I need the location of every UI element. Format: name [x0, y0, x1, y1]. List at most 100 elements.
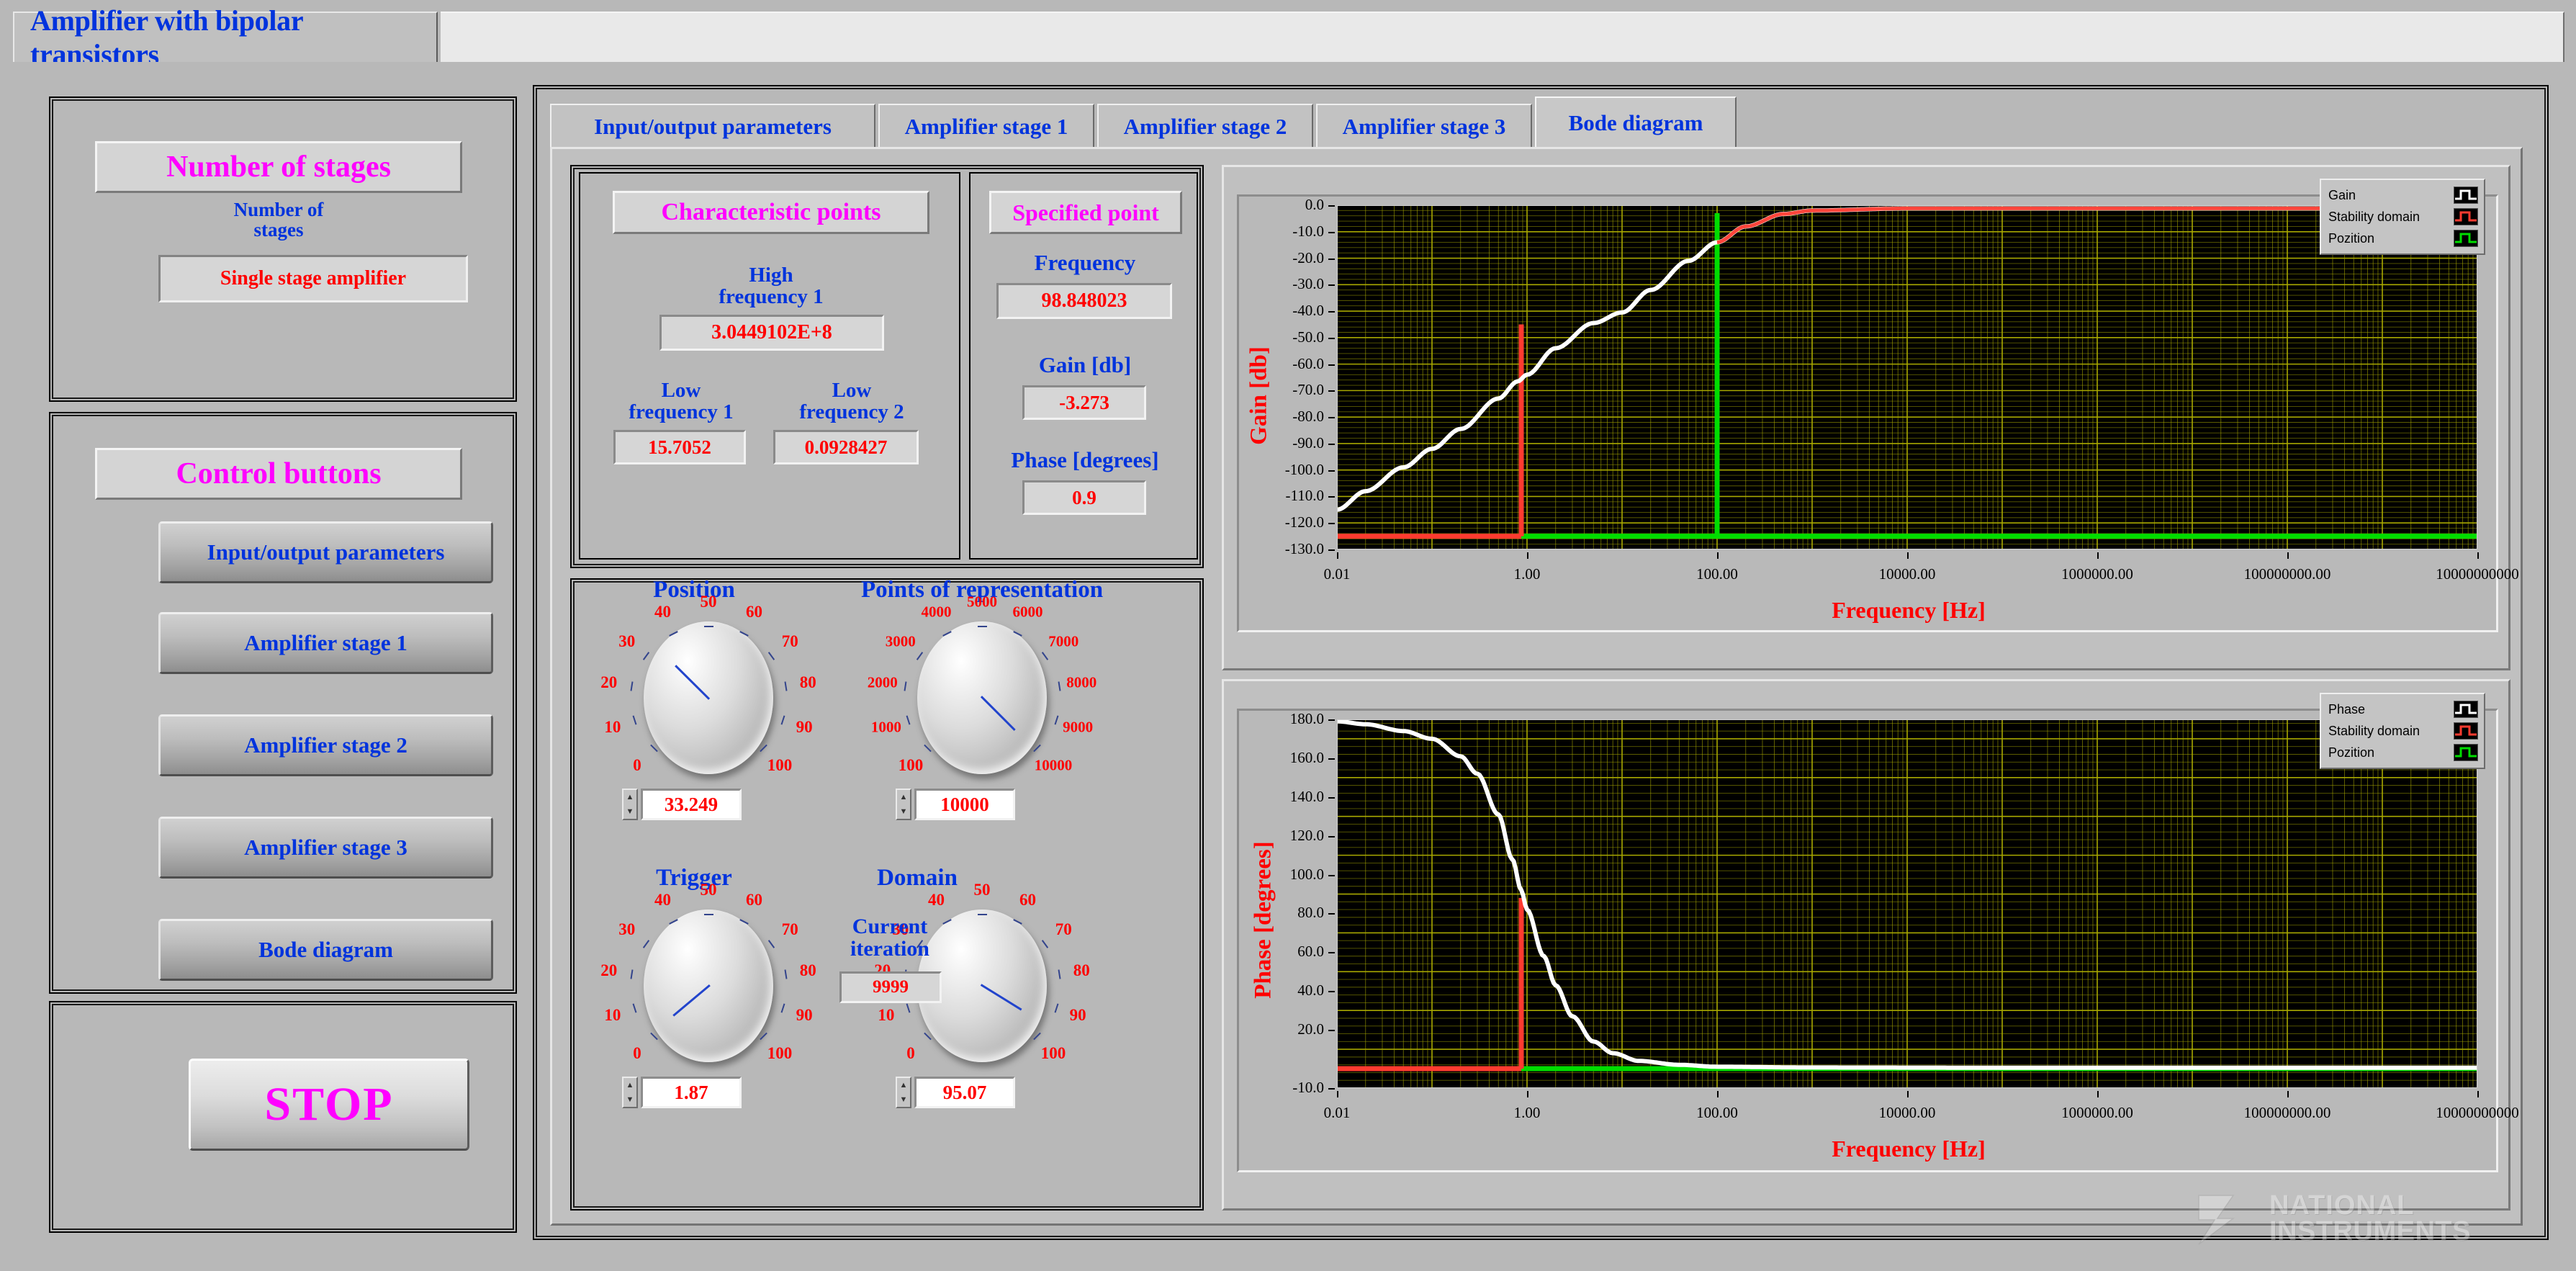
- specified-frequency-label: Frequency: [983, 251, 1186, 274]
- gain-legend[interactable]: GainStability domainPozition: [2320, 179, 2485, 255]
- legend-label: Stability domain: [2328, 724, 2420, 739]
- tab-amplifier-stage-3[interactable]: Amplifier stage 3: [1316, 104, 1532, 148]
- spinner-down-icon[interactable]: ▼: [900, 808, 908, 816]
- tab-input-output-parameters[interactable]: Input/output parameters: [550, 104, 875, 148]
- spinner-down-icon[interactable]: ▼: [900, 1096, 908, 1104]
- gain-plot-canvas[interactable]: [1337, 205, 2477, 549]
- knob-trigger[interactable]: 0102030405060708090100: [600, 889, 816, 1105]
- x-tick-label: 100.00: [1623, 565, 1811, 583]
- knob-tick-label: 7000: [1048, 632, 1078, 650]
- y-tick-mark: [1328, 390, 1335, 392]
- knob-tick: [1042, 940, 1048, 948]
- knob-spinner-position[interactable]: ▲▼: [622, 789, 638, 820]
- knob-tick-label: 4000: [921, 603, 951, 621]
- knob-tick-label: 1000: [871, 719, 901, 737]
- knob-tick: [768, 652, 775, 660]
- y-tick-label: 100.0: [1249, 866, 1324, 884]
- knob-value-domain[interactable]: 95.07: [914, 1077, 1015, 1108]
- phase-plot-canvas[interactable]: [1337, 719, 2477, 1088]
- x-tick-mark: [1717, 552, 1719, 559]
- knob-tick: [1058, 682, 1060, 691]
- legend-row[interactable]: Pozition: [2321, 228, 2484, 249]
- x-tick-label: 10000000000: [2384, 565, 2571, 583]
- sidebar-button-input-output-parameters[interactable]: Input/output parameters: [158, 521, 493, 583]
- stop-button[interactable]: STOP: [189, 1059, 469, 1151]
- legend-row[interactable]: Stability domain: [2321, 720, 2484, 742]
- specified-phase-label: Phase [degrees]: [975, 449, 1195, 472]
- knob-tick-label: 70: [782, 920, 798, 939]
- sidebar: Number of stages Number ofstages Single …: [49, 96, 517, 1233]
- y-tick-label: 160.0: [1249, 749, 1324, 767]
- y-tick-mark: [1328, 549, 1335, 551]
- y-tick-mark: [1328, 417, 1335, 418]
- x-tick-label: 1000000.00: [2004, 1104, 2191, 1122]
- x-tick-label: 0.01: [1243, 1104, 1431, 1122]
- control-buttons-group: Control buttons Input/output parameters …: [49, 412, 517, 994]
- legend-row[interactable]: Gain: [2321, 184, 2484, 206]
- knob-value-trigger[interactable]: 1.87: [641, 1077, 742, 1108]
- number-of-stages-value[interactable]: Single stage amplifier: [158, 255, 468, 302]
- x-tick-mark: [1907, 552, 1909, 559]
- tab-amplifier-stage-2[interactable]: Amplifier stage 2: [1097, 104, 1313, 148]
- spinner-up-icon[interactable]: ▲: [626, 794, 634, 801]
- knob-tick-label: 0: [633, 756, 641, 775]
- gain-x-axis-label: Frequency [Hz]: [1642, 597, 2175, 624]
- phase-plot-inner: Phase [degrees] 180.0160.0140.0120.0100.…: [1237, 709, 2498, 1172]
- sidebar-button-amplifier-stage-2[interactable]: Amplifier stage 2: [158, 714, 493, 776]
- ni-line-2: INSTRUMENTS: [2269, 1218, 2471, 1244]
- main-panel: Input/output parameters Amplifier stage …: [533, 85, 2549, 1240]
- y-tick-mark: [1328, 232, 1335, 233]
- knob-spinner-points-of-representation[interactable]: ▲▼: [896, 789, 911, 820]
- ni-mark-icon: [2196, 1188, 2259, 1249]
- legend-row[interactable]: Pozition: [2321, 742, 2484, 763]
- knob-tick-label: 90: [796, 718, 813, 737]
- y-tick-mark: [1328, 259, 1335, 260]
- x-tick-label: 10000.00: [1814, 1104, 2001, 1122]
- gain-plot-inner: Gain [db] 0.0-10.0-20.0-30.0-40.0-50.0-6…: [1237, 194, 2498, 632]
- tab-bode-diagram[interactable]: Bode diagram: [1535, 96, 1737, 148]
- knob-tick-label: 90: [796, 1006, 813, 1025]
- spinner-up-icon[interactable]: ▲: [900, 794, 908, 801]
- spinner-down-icon[interactable]: ▼: [626, 808, 634, 816]
- knob-tick-label: 2000: [868, 674, 898, 692]
- knob-spinner-domain[interactable]: ▲▼: [896, 1077, 911, 1108]
- legend-label: Pozition: [2328, 745, 2374, 760]
- y-tick-mark: [1328, 875, 1335, 876]
- knob-tick: [704, 914, 713, 915]
- x-tick-label: 0.01: [1243, 565, 1431, 583]
- spinner-up-icon[interactable]: ▲: [626, 1082, 634, 1090]
- x-tick-mark: [2477, 1091, 2479, 1097]
- knob-tick-label: 30: [618, 920, 635, 939]
- gain-chart-frame: Gain [db] 0.0-10.0-20.0-30.0-40.0-50.0-6…: [1222, 165, 2510, 670]
- knob-tick-label: 0: [633, 1044, 641, 1063]
- ni-wordmark: NATIONAL INSTRUMENTS: [2269, 1193, 2471, 1245]
- knob-tick-label: 10000: [1035, 757, 1073, 775]
- sidebar-button-bode-diagram[interactable]: Bode diagram: [158, 919, 493, 981]
- y-tick-label: 40.0: [1249, 982, 1324, 1000]
- knob-value-points-of-representation[interactable]: 10000: [914, 789, 1015, 820]
- title-tab-filler: [441, 12, 2564, 62]
- sidebar-button-amplifier-stage-1[interactable]: Amplifier stage 1: [158, 612, 493, 674]
- window-title-tab[interactable]: Amplifier with bipolar transistors: [13, 12, 438, 62]
- legend-row[interactable]: Phase: [2321, 699, 2484, 720]
- x-tick-mark: [1337, 552, 1338, 559]
- tab-amplifier-stage-1[interactable]: Amplifier stage 1: [878, 104, 1094, 148]
- low-frequency-2-label: Lowfrequency 2: [769, 379, 935, 423]
- spinner-up-icon[interactable]: ▲: [900, 1082, 908, 1090]
- y-tick-mark: [1328, 797, 1335, 799]
- sidebar-button-amplifier-stage-3[interactable]: Amplifier stage 3: [158, 817, 493, 879]
- y-tick-label: -60.0: [1249, 355, 1324, 373]
- knob-position[interactable]: 0102030405060708090100: [600, 601, 816, 817]
- phase-legend[interactable]: Phase Stability domain Pozition: [2320, 693, 2485, 769]
- title-divider: [0, 62, 2576, 65]
- legend-row[interactable]: Stability domain: [2321, 206, 2484, 228]
- knob-title-domain: Domain: [809, 865, 1025, 892]
- knob-tick-label: 40: [654, 603, 671, 621]
- control-buttons-caption: Control buttons: [95, 448, 462, 500]
- knob-value-position[interactable]: 33.249: [641, 789, 742, 820]
- knob-points-of-representation[interactable]: 1001000200030004000500060007000800090001…: [874, 601, 1090, 817]
- knob-tick-label: 5000: [967, 593, 997, 611]
- spinner-down-icon[interactable]: ▼: [626, 1096, 634, 1104]
- specified-gain-value: -3.273: [1022, 385, 1146, 420]
- knob-spinner-trigger[interactable]: ▲▼: [622, 1077, 638, 1108]
